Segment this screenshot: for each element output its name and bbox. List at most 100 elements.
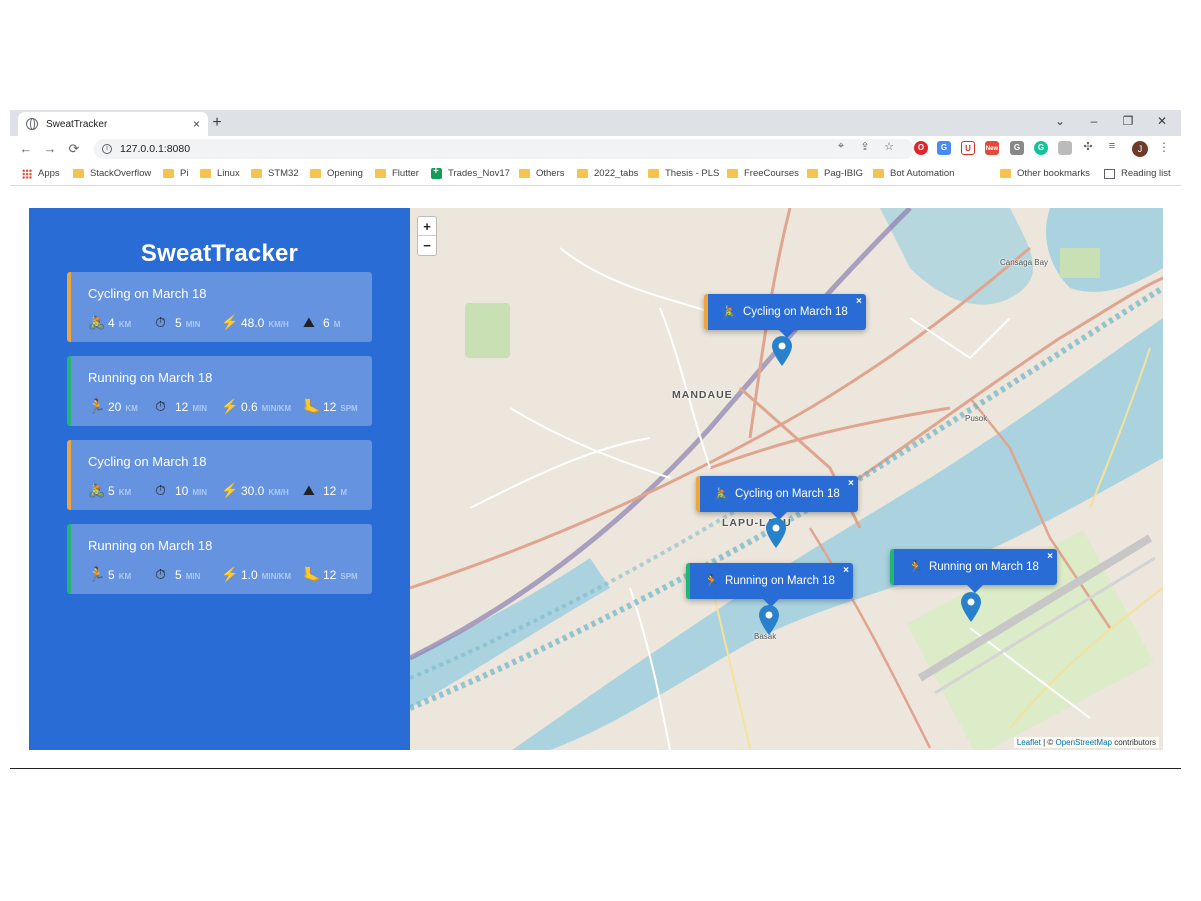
map-popup[interactable]: 🏃 Running on March 18 ×	[890, 549, 1057, 593]
minimize-button[interactable]: –	[1086, 114, 1102, 128]
speed-value: 48.0	[241, 316, 265, 330]
grammarly-extension-icon[interactable]: G	[1034, 141, 1048, 155]
bookmark-item[interactable]: Thesis - PLS	[648, 168, 719, 179]
cadence-detail: 🦶 12 spm	[303, 398, 358, 415]
popup-close-button[interactable]: ×	[848, 478, 854, 489]
openstreetmap-link[interactable]: OpenStreetMap	[1055, 738, 1111, 747]
workout-title: Running on March 18	[88, 370, 213, 385]
duration-detail: ⏱ 10 min	[155, 482, 207, 499]
bookmark-item[interactable]: STM32	[251, 168, 299, 179]
reading-list[interactable]: Reading list	[1104, 168, 1171, 179]
map-label-pusok: Pusok	[965, 414, 988, 423]
map-popup[interactable]: 🏃 Running on March 18 ×	[686, 563, 853, 607]
tab-search-button[interactable]: ⌄	[1052, 114, 1068, 128]
back-icon[interactable]: ←	[18, 141, 34, 156]
bookmark-item[interactable]: Flutter	[375, 168, 419, 179]
address-bar[interactable]: i 127.0.0.1:8080	[94, 139, 914, 159]
tab-close-button[interactable]: ×	[193, 117, 200, 131]
workout-card[interactable]: Running on March 18 🏃 20 km ⏱ 12 min ⚡ 0.6 min…	[67, 356, 372, 426]
popup-label: Cycling on March 18	[742, 306, 848, 318]
popup-close-button[interactable]: ×	[843, 565, 849, 576]
location-icon[interactable]: ⌖	[834, 140, 848, 153]
translate-extension-icon[interactable]: G	[937, 141, 951, 155]
folder-icon	[519, 169, 530, 178]
g-extension-icon[interactable]: G	[1010, 141, 1024, 155]
elevation-detail: ⛰ 6 m	[303, 314, 340, 331]
bookmark-star-icon[interactable]: ☆	[882, 140, 896, 153]
cadence-value: 12	[323, 400, 337, 414]
speed-unit: km/h	[268, 488, 289, 497]
map-marker-pin[interactable]	[771, 335, 793, 367]
bookmark-label: FreeCourses	[744, 168, 799, 179]
bicycle-icon: 🚴	[714, 487, 729, 501]
bookmark-item[interactable]: 2022_tabs	[577, 168, 638, 179]
zoom-out-button[interactable]: −	[418, 236, 436, 255]
elevation-unit: m	[340, 488, 348, 497]
workout-title: Running on March 18	[88, 538, 213, 553]
bookmark-item[interactable]: StackOverflow	[73, 168, 151, 179]
bookmark-item[interactable]: FreeCourses	[727, 168, 799, 179]
reader-extension-icon[interactable]	[1058, 141, 1072, 155]
folder-icon	[807, 169, 818, 178]
bookmark-item[interactable]: Bot Automation	[873, 168, 954, 179]
distance-unit: km	[125, 404, 138, 413]
bookmark-item[interactable]: Opening	[310, 168, 363, 179]
forward-icon[interactable]: →	[42, 141, 58, 156]
restore-button[interactable]: ❐	[1120, 114, 1136, 128]
menu-kebab-icon[interactable]: ⋮	[1158, 140, 1170, 154]
bookmark-apps[interactable]: Apps	[22, 168, 60, 179]
other-bookmarks[interactable]: Other bookmarks	[1000, 168, 1090, 179]
map-attribution: Leaflet | © OpenStreetMap contributors	[1013, 737, 1159, 748]
bicycle-icon: 🚴	[88, 314, 106, 330]
popup-close-button[interactable]: ×	[1047, 551, 1053, 562]
bookmark-item[interactable]: Pag-IBIG	[807, 168, 863, 179]
bookmark-label: Pi	[180, 168, 189, 179]
pocket-extension-icon[interactable]: U	[961, 141, 975, 155]
workout-card[interactable]: Running on March 18 🏃 5 km ⏱ 5 min ⚡ 1.0 min/k…	[67, 524, 372, 594]
info-icon[interactable]: i	[102, 144, 112, 154]
runner-icon: 🏃	[88, 398, 106, 414]
globe-icon	[26, 118, 38, 130]
profile-avatar[interactable]: J	[1132, 141, 1148, 157]
pace-value: 1.0	[241, 568, 258, 582]
share-icon[interactable]: ⇪	[858, 140, 872, 153]
workout-card[interactable]: Cycling on March 18 🚴 4 km ⏱ 5 min ⚡ 48.0 km/h…	[67, 272, 372, 342]
distance-value: 4	[108, 316, 115, 330]
bookmark-item[interactable]: Pi	[163, 168, 188, 179]
media-control-icon[interactable]: ≡	[1105, 140, 1119, 152]
workout-card[interactable]: Cycling on March 18 🚴 5 km ⏱ 10 min ⚡ 30.0 km/…	[67, 440, 372, 510]
map-marker-pin[interactable]	[960, 591, 982, 623]
map-marker-pin[interactable]	[758, 604, 780, 636]
distance-detail: 🏃 20 km	[88, 398, 138, 415]
pace-unit: min/km	[261, 572, 292, 581]
bookmark-label: Reading list	[1121, 168, 1171, 179]
attribution-tail: contributors	[1111, 738, 1156, 747]
extensions-puzzle-icon[interactable]: ✣	[1081, 140, 1095, 153]
attribution-separator: | ©	[1040, 738, 1056, 747]
bookmark-label: Trades_Nov17	[448, 168, 510, 179]
bookmark-item[interactable]: Others	[519, 168, 565, 179]
lightning-icon: ⚡	[221, 566, 239, 582]
runner-icon: 🏃	[88, 566, 106, 582]
speed-unit: km/h	[268, 320, 289, 329]
reload-icon[interactable]: ⟳	[66, 141, 82, 157]
popup-close-button[interactable]: ×	[856, 296, 862, 307]
browser-tab[interactable]: SweatTracker ×	[18, 112, 208, 136]
new-extension-icon[interactable]: New	[985, 141, 999, 155]
runner-icon: 🏃	[704, 574, 719, 588]
bookmark-item[interactable]: Trades_Nov17	[431, 166, 510, 179]
speed-detail: ⚡ 48.0 km/h	[221, 314, 289, 331]
map-marker-pin[interactable]	[765, 517, 787, 549]
bookmark-item[interactable]: Linux	[200, 168, 240, 179]
map-popup[interactable]: 🚴 Cycling on March 18 ×	[704, 294, 866, 338]
map[interactable]: + − MANDAUE LAPU-LAPU Basak Pusok Cansag…	[410, 208, 1163, 750]
zoom-in-button[interactable]: +	[418, 217, 436, 236]
new-tab-button[interactable]: +	[208, 114, 226, 132]
opera-extension-icon[interactable]: O	[914, 141, 928, 155]
map-popup[interactable]: 🚴 Cycling on March 18 ×	[696, 476, 858, 520]
leaflet-link[interactable]: Leaflet	[1017, 738, 1041, 747]
close-window-button[interactable]: ✕	[1154, 114, 1170, 128]
duration-detail: ⏱ 5 min	[155, 566, 200, 583]
foot-icon: 🦶	[303, 566, 321, 582]
duration-value: 10	[175, 484, 189, 498]
